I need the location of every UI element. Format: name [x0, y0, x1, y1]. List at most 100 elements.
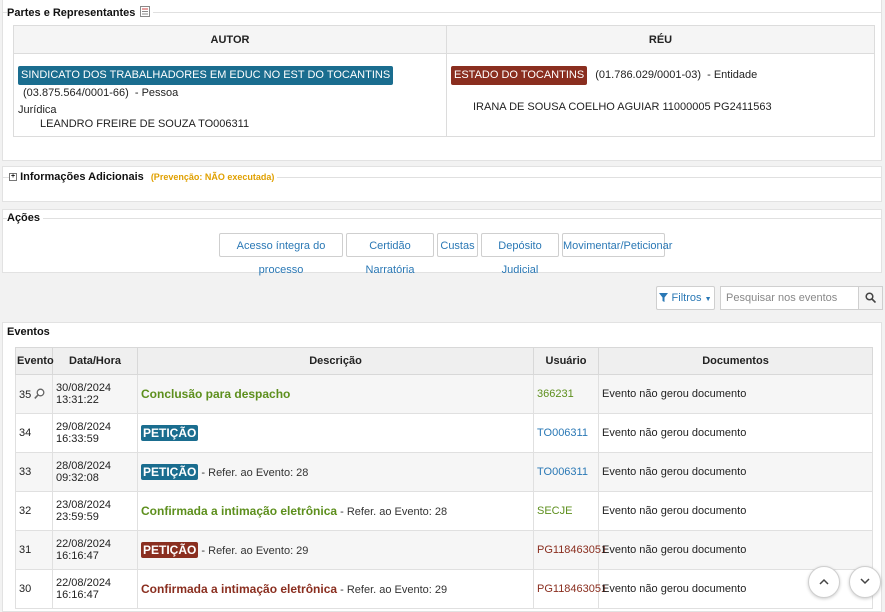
event-number: 30: [15, 569, 53, 609]
autor-doc: (03.875.564/0001-66): [23, 87, 129, 99]
event-datetime: 23/08/2024 23:59:59: [52, 491, 138, 531]
event-datetime: 28/08/2024 09:32:08: [52, 452, 138, 492]
event-description: Conclusão para despacho: [137, 374, 534, 414]
info-title[interactable]: + Informações Adicionais (Prevenção: NÃO…: [9, 171, 278, 183]
event-date: 29/08/2024: [56, 421, 112, 433]
col-documentos[interactable]: Documentos: [598, 347, 873, 375]
reu-name[interactable]: ESTADO DO TOCANTINS: [451, 66, 588, 85]
autor-cell: SINDICATO DOS TRABALHADORES EM EDUC NO E…: [13, 53, 447, 137]
eventos-header-row: Evento Data/Hora Descrição Usuário Docum…: [15, 347, 873, 375]
search-events-input[interactable]: [720, 286, 859, 310]
event-description: Confirmada a intimação eletrônica - Refe…: [137, 491, 534, 531]
info-panel: + Informações Adicionais (Prevenção: NÃO…: [2, 166, 882, 202]
autor-name[interactable]: SINDICATO DOS TRABALHADORES EM EDUC NO E…: [18, 66, 394, 85]
event-user: 366231: [533, 374, 599, 414]
partes-table: AUTOR RÉU SINDICATO DOS TRABALHADORES EM…: [13, 25, 875, 137]
event-docs: Evento não gerou documento: [598, 491, 873, 531]
event-user-link[interactable]: SECJE: [537, 505, 572, 517]
event-number: 35: [15, 374, 53, 414]
reu-representative: IRANA DE SOUSA COELHO AGUIAR 11000005 PG…: [473, 101, 772, 113]
event-date: 22/08/2024: [56, 577, 112, 589]
event-datetime: 22/08/2024 16:16:47: [52, 569, 138, 609]
event-docs: Evento não gerou documento: [598, 413, 873, 453]
col-descricao[interactable]: Descrição: [137, 347, 534, 375]
autor-line: SINDICATO DOS TRABALHADORES EM EDUC NO E…: [18, 66, 444, 119]
table-row: 30 22/08/2024 16:16:47 Confirmada a intim…: [15, 569, 873, 609]
event-user: SECJE: [533, 491, 599, 531]
event-desc-badge[interactable]: PETIÇÃO: [141, 542, 199, 558]
info-title-text[interactable]: Informações Adicionais: [20, 171, 144, 183]
partes-panel: Partes e Representantes AUTOR RÉU SINDIC…: [2, 0, 882, 161]
search-button[interactable]: [858, 286, 883, 310]
expand-icon[interactable]: +: [9, 173, 17, 182]
certidao-narratoria-button[interactable]: Certidão Narratória: [346, 233, 434, 276]
custas-button[interactable]: Custas: [437, 233, 478, 257]
autor-representative: LEANDRO FREIRE DE SOUZA TO006311: [40, 118, 250, 130]
caret-down-icon: ▼: [704, 296, 712, 303]
col-evento[interactable]: Evento: [15, 347, 54, 375]
event-refer: - Refer. ao Evento: 28: [340, 506, 448, 518]
col-data-hora[interactable]: Data/Hora: [52, 347, 138, 375]
filtros-button[interactable]: Filtros ▼: [656, 286, 715, 310]
event-refer: - Refer. ao Evento: 29: [340, 584, 448, 596]
event-datetime: 22/08/2024 16:16:47: [52, 530, 138, 570]
movimentar-peticionar-button[interactable]: Movimentar/Peticionar: [562, 233, 672, 257]
event-docs: Evento não gerou documento: [598, 374, 873, 414]
event-number: 33: [15, 452, 53, 492]
event-user: TO006311: [533, 413, 599, 453]
event-date: 30/08/2024: [56, 382, 112, 394]
autor-header: AUTOR: [13, 25, 447, 54]
event-desc-text[interactable]: Confirmada a intimação eletrônica: [141, 504, 337, 518]
eventos-panel: Eventos Evento Data/Hora Descrição Usuár…: [2, 322, 882, 612]
acesso-integra-button[interactable]: Acesso íntegra do processo: [219, 233, 343, 276]
event-user: TO006311: [533, 452, 599, 492]
search-icon: [865, 292, 876, 303]
table-row: 31 22/08/2024 16:16:47 PETIÇÃO - Refer. a…: [15, 530, 873, 570]
event-description: PETIÇÃO: [137, 413, 534, 453]
eventos-title: Eventos: [7, 326, 53, 338]
filtros-label: Filtros: [671, 292, 702, 304]
autor-type-cont: Jurídica: [18, 104, 57, 116]
event-user: PG118463051: [533, 569, 607, 609]
deposito-judicial-button[interactable]: Depósito Judicial: [481, 233, 559, 276]
event-desc-text[interactable]: Conclusão para despacho: [141, 387, 290, 401]
document-icon[interactable]: [140, 6, 151, 17]
magnifier-icon[interactable]: [34, 388, 45, 399]
event-number: 34: [15, 413, 53, 453]
event-desc-badge[interactable]: PETIÇÃO: [141, 464, 199, 480]
event-user-link[interactable]: TO006311: [537, 427, 588, 439]
event-datetime: 30/08/2024 13:31:22: [52, 374, 138, 414]
eventos-table: Evento Data/Hora Descrição Usuário Docum…: [15, 347, 873, 609]
event-time: 13:31:22: [56, 394, 99, 406]
chevron-up-icon: [819, 578, 829, 585]
event-user-link[interactable]: PG118463051: [537, 544, 607, 556]
reu-doc: (01.786.029/0001-03): [595, 69, 702, 81]
acoes-panel: Ações Acesso íntegra do processo Certidã…: [2, 209, 882, 276]
table-row: 33 28/08/2024 09:32:08 PETIÇÃO - Refer. a…: [15, 452, 873, 492]
funnel-icon: [659, 293, 669, 302]
prevencao-status: (Prevenção: NÃO executada): [150, 172, 275, 182]
event-description: Confirmada a intimação eletrônica - Refe…: [137, 569, 534, 609]
reu-header: RÉU: [446, 25, 875, 54]
col-usuario[interactable]: Usuário: [533, 347, 599, 375]
event-user-link[interactable]: 366231: [537, 388, 574, 400]
autor-type: - Pessoa: [134, 87, 179, 99]
scroll-up-button[interactable]: [808, 566, 840, 598]
event-number: 32: [15, 491, 53, 531]
event-description: PETIÇÃO - Refer. ao Evento: 28: [137, 452, 534, 492]
event-date: 28/08/2024: [56, 460, 112, 472]
event-datetime: 29/08/2024 16:33:59: [52, 413, 138, 453]
event-user-link[interactable]: TO006311: [537, 466, 588, 478]
event-date: 22/08/2024: [56, 538, 112, 550]
event-docs: Evento não gerou documento: [598, 530, 873, 570]
event-user: PG118463051: [533, 530, 607, 570]
event-desc-text[interactable]: Confirmada a intimação eletrônica: [141, 582, 337, 596]
event-number: 31: [15, 530, 53, 570]
scroll-down-button[interactable]: [849, 566, 881, 598]
event-time: 23:59:59: [56, 511, 99, 523]
table-row: 34 29/08/2024 16:33:59 PETIÇÃO TO006311 E…: [15, 413, 873, 453]
event-refer: - Refer. ao Evento: 29: [201, 545, 309, 557]
event-desc-badge[interactable]: PETIÇÃO: [141, 425, 199, 441]
reu-line: ESTADO DO TOCANTINS (01.786.029/0001-03)…: [451, 66, 872, 85]
event-user-link[interactable]: PG118463051: [537, 583, 607, 595]
